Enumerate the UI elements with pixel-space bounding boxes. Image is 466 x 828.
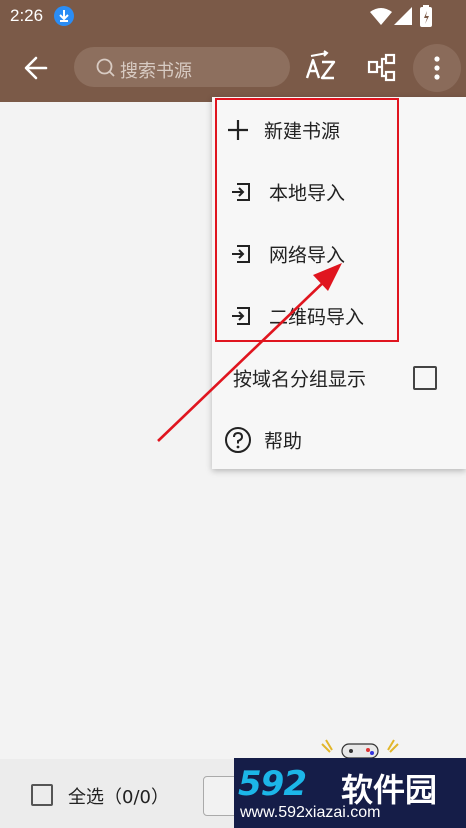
menu-item-network-import[interactable]: 网络导入 [212,223,466,285]
import-icon [232,307,250,325]
watermark-url: www.592xiazai.com [240,804,381,821]
search-icon [96,58,115,77]
menu-item-label: 本地导入 [269,182,346,205]
more-button[interactable] [413,44,461,92]
status-bar: 2:26 [0,0,466,32]
menu-item-label: 帮助 [264,430,303,453]
menu-item-label: 新建书源 [264,120,341,143]
back-arrow-icon [24,56,48,80]
wifi-icon [370,8,392,25]
overflow-menu: 新建书源 本地导入 网络导入 二维码导入 按域名分组显示 帮助 [212,97,466,469]
status-time: 2:26 [10,6,44,25]
sort-button[interactable] [303,50,339,86]
menu-item-label: 二维码导入 [269,306,365,329]
more-vertical-icon [434,56,440,80]
download-icon [54,6,74,26]
signal-icon [394,7,412,25]
tree-icon [367,53,396,82]
group-button[interactable] [364,50,400,86]
battery-icon [420,5,432,27]
import-icon [232,245,250,263]
menu-item-new-source[interactable]: 新建书源 [212,99,466,161]
menu-item-label: 按域名分组显示 [233,368,367,391]
watermark-logo: 592 软件园 www.592xiazai.com [234,758,466,828]
sort-az-icon [305,50,336,80]
menu-item-group-by-domain[interactable]: 按域名分组显示 [212,347,466,409]
menu-item-qr-import[interactable]: 二维码导入 [212,285,466,347]
gamepad-mascot-icon [321,739,399,759]
menu-item-label: 网络导入 [269,244,346,267]
search-placeholder: 搜索书源 [120,61,192,82]
watermark-number: 592 [238,764,307,804]
menu-item-local-import[interactable]: 本地导入 [212,161,466,223]
help-icon [225,427,251,453]
search-input[interactable]: 搜索书源 [74,47,290,87]
menu-item-help[interactable]: 帮助 [212,409,466,471]
checkbox-icon[interactable] [413,366,437,390]
import-icon [232,183,250,201]
select-all-checkbox[interactable] [31,784,53,806]
toolbar: 搜索书源 [0,32,466,102]
back-button[interactable] [18,50,54,86]
plus-icon [228,120,248,140]
select-all-label: 全选（0/0） [68,787,169,808]
